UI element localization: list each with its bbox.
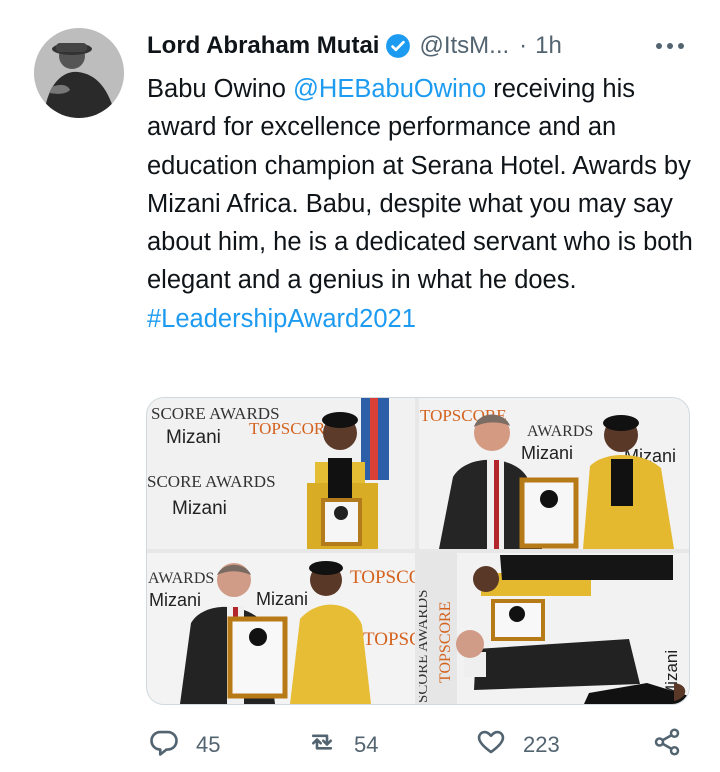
photo-4[interactable]: SCORE AWARDS TOPSCORE Mizani	[419, 553, 689, 704]
hashtag-link[interactable]: #LeadershipAward2021	[147, 305, 416, 333]
photo-3[interactable]: AWARDS TOPSCORE Mizani Mizani TOPSCORE	[147, 553, 415, 704]
more-icon[interactable]	[656, 28, 684, 64]
photo-2[interactable]: TOPSCORE AWARDS Mizani Mizani	[419, 398, 689, 549]
like-button[interactable]: 223	[476, 727, 560, 763]
reply-button[interactable]: 45	[149, 727, 220, 763]
media-grid: SCORE AWARDS TOPSCORE Mizani SCORE AWARD…	[146, 397, 690, 705]
like-count: 223	[523, 732, 560, 757]
backdrop-text-12: Mizani	[149, 590, 201, 610]
backdrop-text-16: TOPSCORE	[437, 601, 454, 683]
text-body: receiving his award for excellence perfo…	[147, 75, 693, 295]
tweet-actions: 45 54 223	[146, 727, 691, 763]
mention-link[interactable]: @HEBabuOwino	[293, 75, 486, 103]
retweet-icon	[307, 727, 337, 763]
backdrop-text-4: SCORE AWARDS	[147, 472, 276, 491]
author-name[interactable]: Lord Abraham Mutai	[147, 32, 379, 60]
profile-photo	[34, 28, 124, 118]
backdrop-text-8: Mizani	[521, 443, 573, 463]
tweet-header: Lord Abraham Mutai @ItsM... · 1h	[147, 28, 690, 64]
avatar[interactable]	[34, 28, 124, 118]
author-handle[interactable]: @ItsM...	[419, 32, 509, 60]
share-icon	[652, 727, 682, 763]
reply-icon	[149, 727, 179, 763]
backdrop-text-11: TOPSCORE	[350, 567, 415, 588]
heart-icon	[476, 727, 506, 763]
backdrop-text-10: AWARDS	[148, 570, 214, 587]
text-prefix: Babu Owino	[147, 75, 294, 103]
retweet-button[interactable]: 54	[307, 727, 378, 763]
tweet-time[interactable]: 1h	[535, 32, 562, 60]
backdrop-text-5: Mizani	[172, 498, 227, 519]
verified-badge-icon	[385, 33, 411, 59]
backdrop-text-13: Mizani	[256, 589, 308, 609]
retweet-count: 54	[354, 732, 379, 757]
separator-dot: ·	[519, 32, 528, 59]
backdrop-text-14: TOPSCORE	[363, 629, 415, 650]
tweet-text: Babu Owino @HEBabuOwino receiving his aw…	[147, 70, 695, 338]
photo-1[interactable]: SCORE AWARDS TOPSCORE Mizani SCORE AWARD…	[147, 398, 415, 549]
backdrop-text-7: AWARDS	[527, 423, 593, 440]
backdrop-text-3: Mizani	[166, 427, 221, 448]
share-button[interactable]	[652, 727, 682, 763]
reply-count: 45	[196, 732, 221, 757]
backdrop-text-15: SCORE AWARDS	[419, 590, 431, 703]
